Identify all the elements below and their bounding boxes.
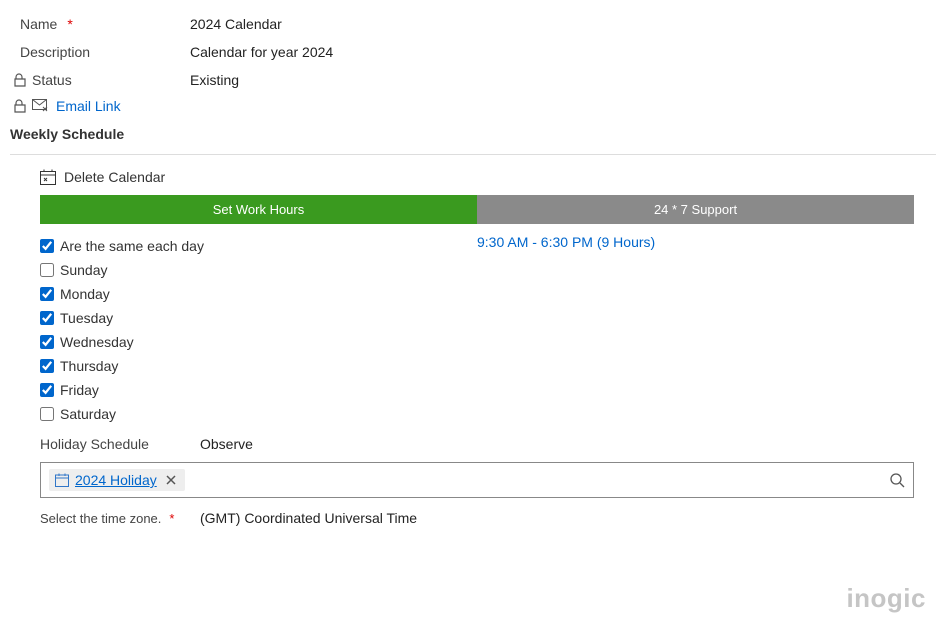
checkbox-friday-input[interactable] <box>40 383 54 397</box>
checkbox-same-each-day[interactable]: Are the same each day <box>40 234 477 258</box>
delete-calendar-label: Delete Calendar <box>64 169 165 185</box>
checkbox-wednesday[interactable]: Wednesday <box>40 330 477 354</box>
description-label: Description <box>10 44 190 60</box>
holiday-lookup-input[interactable]: 2024 Holiday <box>40 462 914 498</box>
checkbox-monday[interactable]: Monday <box>40 282 477 306</box>
checkbox-thursday-input[interactable] <box>40 359 54 373</box>
field-name-row: Name * 2024 Calendar <box>10 10 936 38</box>
checkbox-friday-label: Friday <box>60 382 99 398</box>
checkbox-wednesday-input[interactable] <box>40 335 54 349</box>
name-label: Name * <box>10 16 190 32</box>
calendar-delete-icon <box>40 169 56 185</box>
field-status-row: Status Existing <box>10 66 936 94</box>
close-icon <box>165 474 177 486</box>
status-value: Existing <box>190 72 239 88</box>
holiday-tag: 2024 Holiday <box>49 469 185 491</box>
checkbox-saturday-label: Saturday <box>60 406 116 422</box>
lock-icon <box>14 73 26 87</box>
description-value[interactable]: Calendar for year 2024 <box>190 44 333 60</box>
checkbox-sunday-input[interactable] <box>40 263 54 277</box>
email-link[interactable]: Email Link <box>56 98 121 114</box>
timezone-label-text: Select the time zone. <box>40 511 161 526</box>
name-value[interactable]: 2024 Calendar <box>190 16 282 32</box>
checkbox-tuesday-label: Tuesday <box>60 310 113 326</box>
email-link-row: Email Link <box>10 94 936 118</box>
search-icon[interactable] <box>889 472 905 488</box>
checkbox-saturday-input[interactable] <box>40 407 54 421</box>
checkbox-same-each-day-input[interactable] <box>40 239 54 253</box>
lock-icon <box>14 99 26 113</box>
status-label-text: Status <box>32 72 72 88</box>
holiday-schedule-value[interactable]: Observe <box>200 436 253 452</box>
checkbox-monday-label: Monday <box>60 286 110 302</box>
delete-calendar-button[interactable]: Delete Calendar <box>10 163 936 195</box>
checkbox-friday[interactable]: Friday <box>40 378 477 402</box>
field-description-row: Description Calendar for year 2024 <box>10 38 936 66</box>
timezone-label: Select the time zone. * <box>40 511 200 526</box>
hours-column: 9:30 AM - 6:30 PM (9 Hours) <box>477 234 914 426</box>
holiday-tag-remove[interactable] <box>163 474 179 486</box>
email-icon <box>32 99 50 113</box>
checkbox-same-each-day-label: Are the same each day <box>60 238 204 254</box>
holiday-schedule-row: Holiday Schedule Observe <box>10 426 936 458</box>
holiday-tag-link[interactable]: 2024 Holiday <box>75 472 157 488</box>
checkbox-thursday-label: Thursday <box>60 358 118 374</box>
checkbox-monday-input[interactable] <box>40 287 54 301</box>
tab-24-7-support[interactable]: 24 * 7 Support <box>477 195 914 224</box>
weekly-schedule-title: Weekly Schedule <box>10 118 936 152</box>
checkbox-thursday[interactable]: Thursday <box>40 354 477 378</box>
checkbox-tuesday-input[interactable] <box>40 311 54 325</box>
name-label-text: Name <box>20 16 57 32</box>
required-asterisk: * <box>67 16 72 32</box>
description-label-text: Description <box>20 44 90 60</box>
calendar-icon <box>55 473 69 487</box>
divider <box>10 154 936 155</box>
checkbox-wednesday-label: Wednesday <box>60 334 134 350</box>
work-hours-link[interactable]: 9:30 AM - 6:30 PM (9 Hours) <box>477 234 914 250</box>
work-hours-tabs: Set Work Hours 24 * 7 Support <box>40 195 914 224</box>
schedule-area: Are the same each day Sunday Monday Tues… <box>10 224 936 426</box>
watermark-logo: inogic <box>846 583 926 614</box>
checkbox-sunday-label: Sunday <box>60 262 107 278</box>
tab-set-work-hours[interactable]: Set Work Hours <box>40 195 477 224</box>
checkbox-sunday[interactable]: Sunday <box>40 258 477 282</box>
checkbox-tuesday[interactable]: Tuesday <box>40 306 477 330</box>
day-checkboxes: Are the same each day Sunday Monday Tues… <box>40 234 477 426</box>
checkbox-saturday[interactable]: Saturday <box>40 402 477 426</box>
status-label: Status <box>10 72 190 88</box>
timezone-value[interactable]: (GMT) Coordinated Universal Time <box>200 510 417 526</box>
required-asterisk: * <box>169 511 174 526</box>
timezone-row: Select the time zone. * (GMT) Coordinate… <box>10 498 936 534</box>
holiday-schedule-label: Holiday Schedule <box>40 436 200 452</box>
